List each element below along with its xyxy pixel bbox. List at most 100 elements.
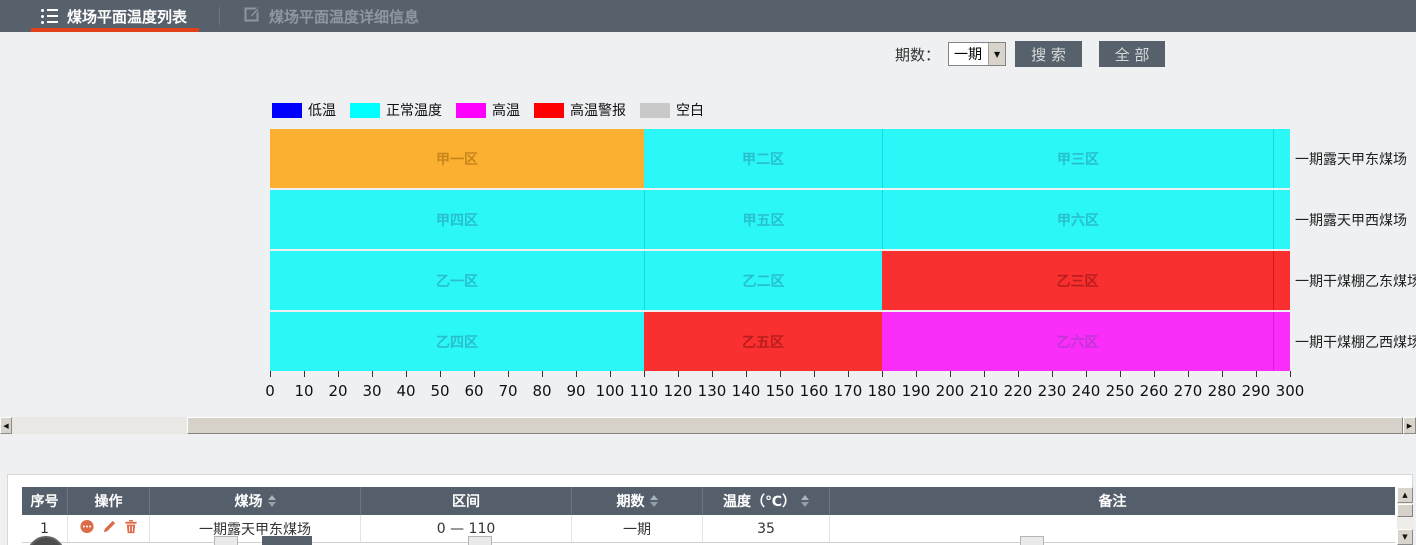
column-header-2[interactable]: 煤场 (150, 487, 361, 515)
zone-label: 甲二区 (742, 149, 784, 169)
delete-trash-icon[interactable] (124, 519, 138, 538)
temperature-table: 序号操作煤场区间期数温度（℃）备注1一期露天甲东煤场0 — 110一期35 (22, 487, 1395, 543)
axis-tick-label: 230 (1038, 382, 1067, 400)
zone-block[interactable]: 甲六区 (882, 190, 1273, 249)
zone-block[interactable]: 乙一区 (270, 251, 644, 310)
axis-tick (712, 371, 713, 377)
axis-tick (372, 371, 373, 377)
axis-tick (406, 371, 407, 377)
zone-block[interactable]: 甲五区 (644, 190, 882, 249)
zone-label: 乙五区 (742, 332, 784, 352)
axis-tick-label: 190 (902, 382, 931, 400)
yard-name-label: 一期干煤棚乙西煤场 (1295, 312, 1416, 371)
zone-block[interactable] (1273, 190, 1290, 249)
horizontal-scrollbar[interactable]: ◀ ▶ (0, 417, 1416, 434)
operations (79, 519, 138, 538)
zone-block[interactable]: 乙二区 (644, 251, 882, 310)
zone-label: 甲一区 (436, 149, 478, 169)
zone-block[interactable]: 乙六区 (882, 312, 1273, 371)
zone-label: 乙六区 (1057, 332, 1099, 352)
cell-range: 0 — 110 (361, 515, 572, 542)
zone-block[interactable] (1273, 129, 1290, 188)
axis-tick-label: 220 (1004, 382, 1033, 400)
zone-block[interactable]: 乙三区 (882, 251, 1273, 310)
zone-block[interactable]: 甲二区 (644, 129, 882, 188)
screen: 煤场平面温度列表 煤场平面温度详细信息 期数： 一期 ▼ 搜 索 全 部 低温正… (0, 0, 1416, 545)
zone-block[interactable]: 乙四区 (270, 312, 644, 371)
axis-tick-label: 10 (294, 382, 313, 400)
axis-tick-label: 30 (362, 382, 381, 400)
axis-tick-label: 300 (1276, 382, 1305, 400)
column-header-1: 操作 (68, 487, 150, 515)
axis-tick-label: 50 (430, 382, 449, 400)
yard-row: 乙四区 乙五区 乙六区 (270, 312, 1290, 371)
cell-period: 一期 (572, 515, 703, 542)
scroll-down-arrow[interactable]: ▼ (1397, 529, 1413, 545)
column-header-6: 备注 (830, 487, 1395, 515)
axis-tick (1018, 371, 1019, 377)
pager-button[interactable] (214, 536, 238, 545)
zone-block[interactable] (1273, 251, 1290, 310)
vertical-scrollbar[interactable]: ▲ ▼ (1397, 487, 1413, 545)
column-header-label: 煤场 (235, 491, 263, 511)
zone-label: 乙一区 (436, 271, 478, 291)
pager-button-active[interactable] (262, 536, 312, 545)
sort-arrows-icon[interactable] (650, 495, 658, 507)
zone-label: 甲六区 (1057, 210, 1099, 230)
zone-label: 甲五区 (743, 210, 785, 230)
axis-tick-label: 90 (566, 382, 585, 400)
axis-tick (1188, 371, 1189, 377)
operations-cell (68, 515, 150, 542)
column-header-label: 期数 (617, 491, 645, 511)
column-header-label: 温度（℃） (723, 491, 796, 511)
scroll-left-arrow[interactable]: ◀ (0, 417, 12, 434)
zone-block[interactable]: 甲三区 (882, 129, 1273, 188)
pager-button[interactable] (1020, 536, 1044, 545)
axis-tick-label: 210 (970, 382, 999, 400)
axis-tick (610, 371, 611, 377)
axis-tick (780, 371, 781, 377)
axis-tick (304, 371, 305, 377)
zone-block[interactable]: 甲四区 (270, 190, 644, 249)
column-header-0: 序号 (22, 487, 68, 515)
pager-button[interactable] (468, 536, 492, 545)
axis-tick (882, 371, 883, 377)
axis-tick (644, 371, 645, 377)
sort-arrows-icon[interactable] (268, 495, 276, 507)
scroll-up-arrow[interactable]: ▲ (1397, 487, 1413, 503)
axis-tick-label: 40 (396, 382, 415, 400)
column-header-label: 区间 (452, 491, 480, 511)
axis-tick (338, 371, 339, 377)
zone-block[interactable]: 甲一区 (270, 129, 644, 188)
scroll-right-arrow[interactable]: ▶ (1403, 417, 1416, 434)
zone-block[interactable]: 乙五区 (644, 312, 882, 371)
axis-tick (916, 371, 917, 377)
axis-tick-label: 0 (265, 382, 275, 400)
axis-tick (678, 371, 679, 377)
yard-row: 甲四区 甲五区 甲六区 (270, 190, 1290, 249)
column-header-4[interactable]: 期数 (572, 487, 703, 515)
column-header-5[interactable]: 温度（℃） (703, 487, 830, 515)
column-header-label: 备注 (1099, 491, 1127, 511)
vertical-scrollbar-thumb[interactable] (1397, 504, 1413, 517)
axis-tick-label: 200 (936, 382, 965, 400)
yard-name-label: 一期露天甲东煤场 (1295, 129, 1416, 188)
table-header-row: 序号 操作 煤场 区间 期数 温度（℃） 备注 (22, 487, 1395, 515)
axis-tick-label: 100 (596, 382, 625, 400)
axis-tick-label: 280 (1208, 382, 1237, 400)
axis-tick (950, 371, 951, 377)
axis-tick-label: 20 (328, 382, 347, 400)
axis-tick-label: 160 (800, 382, 829, 400)
sort-arrows-icon[interactable] (801, 495, 809, 507)
axis-tick-label: 270 (1174, 382, 1203, 400)
axis-tick-label: 290 (1242, 382, 1271, 400)
comment-icon[interactable] (79, 519, 95, 538)
zone-label: 乙二区 (743, 271, 785, 291)
axis-tick (270, 371, 271, 377)
horizontal-scrollbar-thumb[interactable] (187, 417, 1403, 434)
column-header-label: 序号 (31, 491, 59, 511)
axis-tick-label: 80 (532, 382, 551, 400)
column-header-label: 操作 (95, 491, 123, 511)
edit-pencil-icon[interactable] (102, 519, 117, 538)
zone-block[interactable] (1273, 312, 1290, 371)
